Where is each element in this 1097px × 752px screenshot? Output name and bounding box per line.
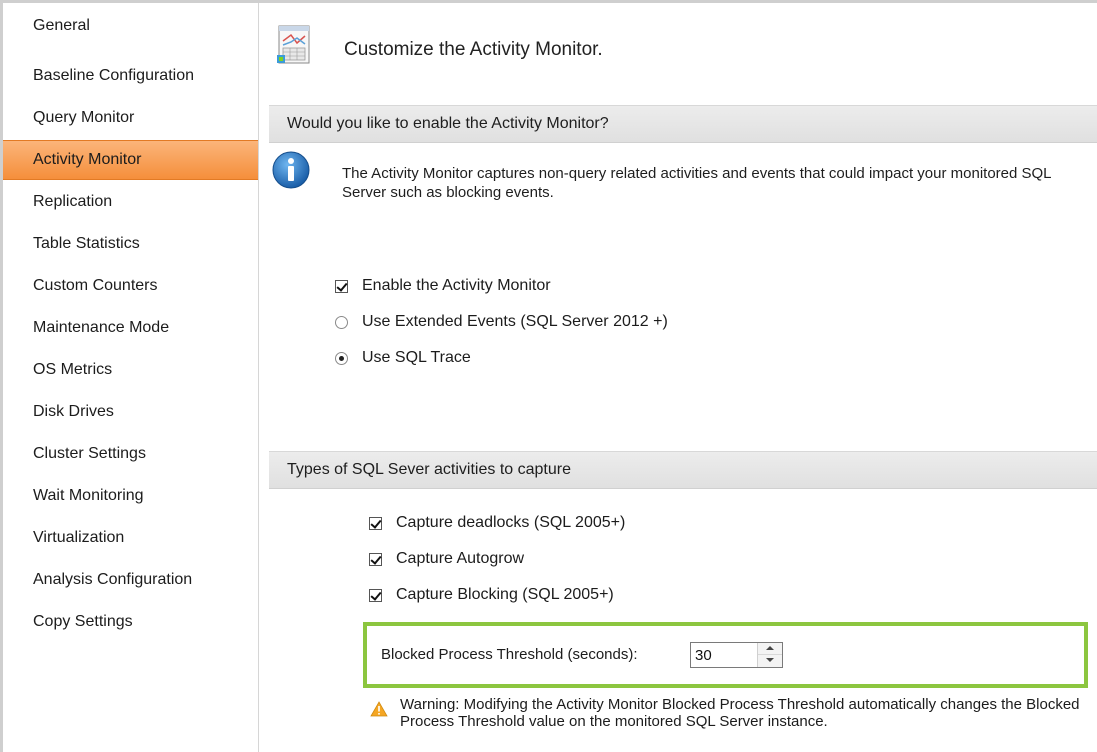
enable-section-header: Would you like to enable the Activity Mo… bbox=[269, 105, 1097, 143]
checkbox-checked[interactable] bbox=[369, 588, 382, 602]
sidebar-item-general[interactable]: General bbox=[3, 6, 258, 46]
sidebar-item-table-statistics[interactable]: Table Statistics bbox=[3, 224, 258, 264]
radio-selected[interactable] bbox=[335, 351, 348, 365]
warning-icon bbox=[370, 701, 388, 717]
blocked-process-threshold-input[interactable] bbox=[695, 643, 755, 667]
capture-blocking-label: Capture Blocking (SQL 2005+) bbox=[396, 586, 614, 603]
use-sql-trace-radio[interactable]: Use SQL Trace bbox=[335, 349, 471, 367]
capture-blocking-checkbox[interactable]: Capture Blocking (SQL 2005+) bbox=[369, 586, 614, 604]
threshold-warning-text: Warning: Modifying the Activity Monitor … bbox=[400, 696, 1080, 730]
sidebar-item-analysis-configuration[interactable]: Analysis Configuration bbox=[3, 560, 258, 600]
threshold-highlight-box: Blocked Process Threshold (seconds): bbox=[363, 622, 1088, 688]
blocked-process-threshold-stepper[interactable] bbox=[690, 642, 783, 668]
enable-activity-monitor-label: Enable the Activity Monitor bbox=[362, 277, 551, 294]
capture-autogrow-label: Capture Autogrow bbox=[396, 550, 525, 567]
capture-deadlocks-checkbox[interactable]: Capture deadlocks (SQL 2005+) bbox=[369, 514, 625, 532]
sidebar-item-baseline-configuration[interactable]: Baseline Configuration bbox=[3, 56, 258, 96]
sidebar-item-copy-settings[interactable]: Copy Settings bbox=[3, 602, 258, 642]
use-sql-trace-label: Use SQL Trace bbox=[362, 349, 471, 366]
checkbox-checked[interactable] bbox=[369, 516, 382, 530]
info-icon bbox=[272, 151, 310, 189]
sidebar-item-replication[interactable]: Replication bbox=[3, 182, 258, 222]
use-extended-events-label: Use Extended Events (SQL Server 2012 +) bbox=[362, 313, 668, 330]
capture-section-title: Types of SQL Sever activities to capture bbox=[287, 461, 571, 478]
capture-section-header: Types of SQL Sever activities to capture bbox=[269, 451, 1097, 489]
settings-pane: Customize the Activity Monitor. Would yo… bbox=[259, 3, 1097, 752]
stepper-down-arrow-icon[interactable] bbox=[758, 655, 782, 667]
use-extended-events-radio[interactable]: Use Extended Events (SQL Server 2012 +) bbox=[335, 313, 668, 331]
settings-document-icon bbox=[277, 25, 310, 64]
capture-autogrow-checkbox[interactable]: Capture Autogrow bbox=[369, 550, 524, 568]
enable-section-title: Would you like to enable the Activity Mo… bbox=[287, 115, 609, 132]
sidebar-item-wait-monitoring[interactable]: Wait Monitoring bbox=[3, 476, 258, 516]
radio-unselected[interactable] bbox=[335, 315, 348, 329]
page-title: Customize the Activity Monitor. bbox=[344, 39, 603, 60]
sidebar-item-query-monitor[interactable]: Query Monitor bbox=[3, 98, 258, 138]
stepper-buttons bbox=[757, 643, 782, 667]
sidebar-item-activity-monitor[interactable]: Activity Monitor bbox=[3, 140, 258, 180]
blocked-process-threshold-label: Blocked Process Threshold (seconds): bbox=[381, 646, 638, 663]
sidebar-item-virtualization[interactable]: Virtualization bbox=[3, 518, 258, 558]
capture-deadlocks-label: Capture deadlocks (SQL 2005+) bbox=[396, 514, 626, 531]
stepper-up-arrow-icon[interactable] bbox=[758, 643, 782, 655]
sidebar-item-maintenance-mode[interactable]: Maintenance Mode bbox=[3, 308, 258, 348]
sidebar: General Baseline Configuration Query Mon… bbox=[3, 3, 259, 752]
enable-activity-monitor-checkbox[interactable]: Enable the Activity Monitor bbox=[335, 277, 551, 295]
sidebar-item-custom-counters[interactable]: Custom Counters bbox=[3, 266, 258, 306]
activity-monitor-description: The Activity Monitor captures non-query … bbox=[342, 165, 1051, 201]
checkbox-checked[interactable] bbox=[369, 552, 382, 566]
checkbox-checked[interactable] bbox=[335, 279, 348, 293]
sidebar-item-os-metrics[interactable]: OS Metrics bbox=[3, 350, 258, 390]
sidebar-item-cluster-settings[interactable]: Cluster Settings bbox=[3, 434, 258, 474]
sidebar-item-disk-drives[interactable]: Disk Drives bbox=[3, 392, 258, 432]
